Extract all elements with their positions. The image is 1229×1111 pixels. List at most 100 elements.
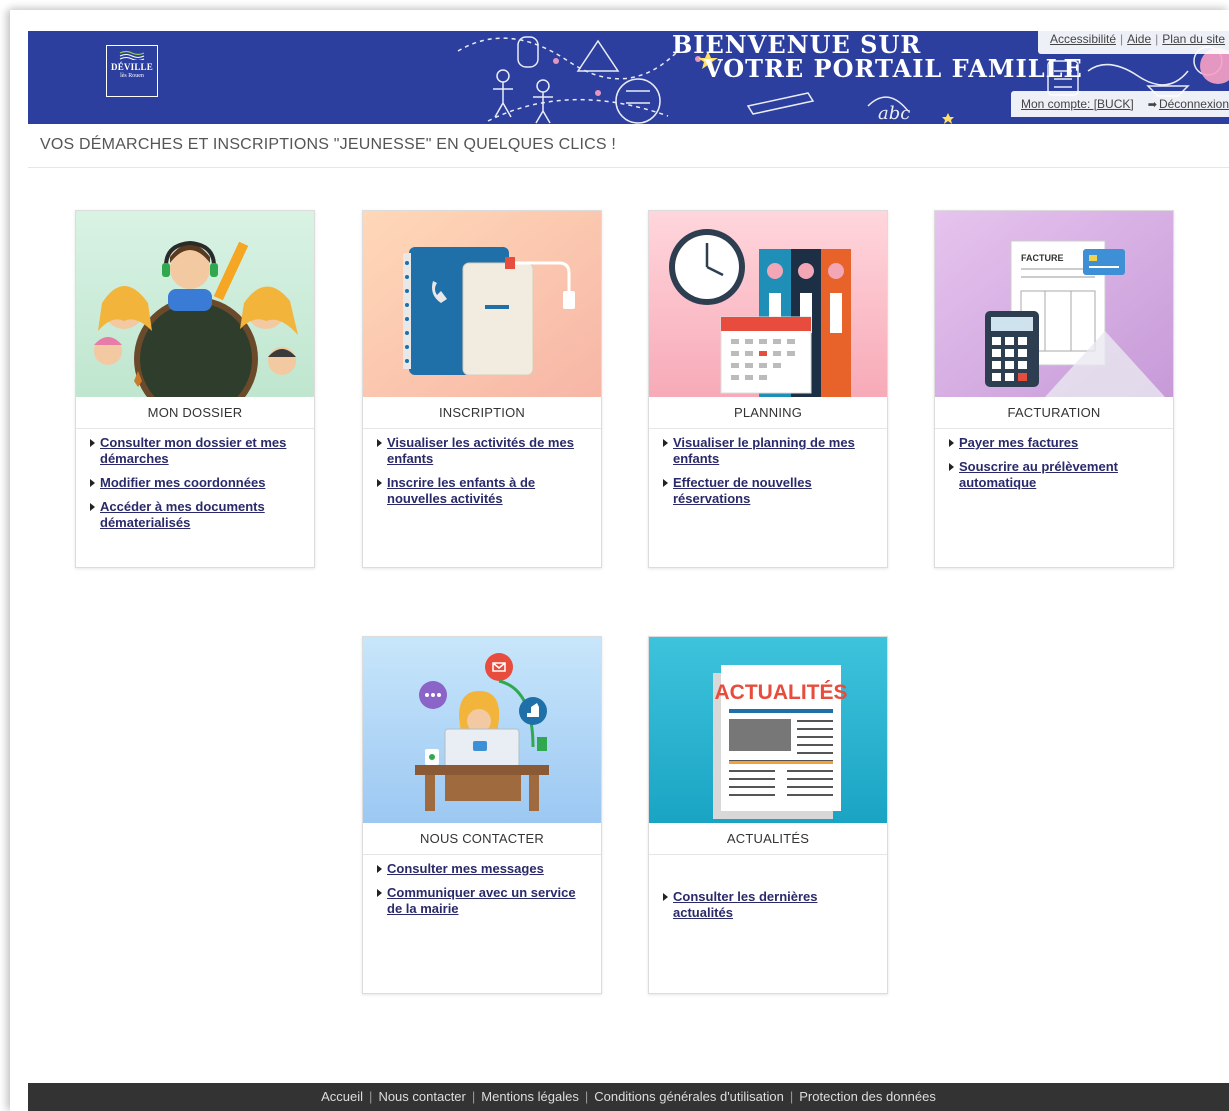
arrow-right-icon [377,889,382,897]
facture-label: FACTURE [1021,253,1064,263]
arrow-right-icon [377,865,382,873]
divider [28,167,1229,168]
card-image[interactable]: ACTUALITÉS [649,637,887,823]
list-item: Payer mes factures [947,435,1161,451]
view-messages-link[interactable]: Consulter mes messages [387,861,544,876]
arrow-right-icon [377,479,382,487]
separator: | [789,1089,794,1104]
footer-home-link[interactable]: Accueil [321,1089,363,1104]
welcome-line2: votre portail famille [704,54,1083,83]
newspaper-illustration: ACTUALITÉS [649,637,887,823]
arrow-right-icon [90,503,95,511]
card-image[interactable] [363,637,601,823]
documents-link[interactable]: Accéder à mes documents dématerialisés [100,499,265,530]
separator: | [1155,32,1159,46]
page-subtitle: VOS DÉMARCHES ET INSCRIPTIONS "JEUNESSE"… [40,136,617,153]
welcome-heading: Bienvenue sur votre portail famille [668,33,1083,81]
card-image[interactable]: FACTURE [935,211,1173,397]
arrow-right-icon [90,479,95,487]
footer-privacy-link[interactable]: Protection des données [799,1089,936,1104]
invoice-calculator-illustration: FACTURE [935,211,1173,397]
sitemap-link[interactable]: Plan du site [1162,32,1225,46]
card-mon-dossier: MON DOSSIER Consulter mon dossier et mes… [75,210,315,568]
phone-notebook-illustration [363,211,601,397]
arrow-right-icon [663,479,668,487]
clock-calendar-illustration [649,211,887,397]
card-facturation: FACTURE FACTURATION Payer mes factures S… [934,210,1174,568]
list-item: Consulter mon dossier et mes démarches [88,435,302,467]
latest-news-link[interactable]: Consulter les dernières actualités [673,889,818,920]
card-links: Visualiser le planning de mes enfants Ef… [661,435,875,515]
card-links: Payer mes factures Souscrire au prélèvem… [947,435,1161,499]
card-links: Consulter mon dossier et mes démarches M… [88,435,302,539]
contact-service-link[interactable]: Communiquer avec un service de la mairie [387,885,576,916]
new-reservations-link[interactable]: Effectuer de nouvelles réservations [673,475,812,506]
card-nous-contacter: NOUS CONTACTER Consulter mes messages Co… [362,636,602,994]
arrow-right-icon [663,893,668,901]
card-title: ACTUALITÉS [649,823,887,855]
account-bar: Mon compte: [BUCK] ➡ Déconnexion [1011,91,1229,117]
separator: | [471,1089,476,1104]
my-account-link[interactable]: Mon compte: [BUCK] [1021,97,1134,111]
card-links: Consulter mes messages Communiquer avec … [375,861,589,925]
card-title: PLANNING [649,397,887,429]
card-title: FACTURATION [935,397,1173,429]
separator: | [1120,32,1124,46]
arrow-right-icon [663,439,668,447]
card-links: Visualiser les activités de mes enfants … [375,435,589,515]
card-image[interactable] [363,211,601,397]
city-logo[interactable]: DÉVILLE lès Rouen [106,45,158,97]
card-links: Consulter les dernières actualités [661,889,875,929]
card-inscription: INSCRIPTION Visualiser les activités de … [362,210,602,568]
browser-viewport: DÉVILLE lès Rouen abc BIENVENUE SUR VOTR… [10,10,1229,1111]
separator: | [584,1089,589,1104]
footer-legal-link[interactable]: Mentions légales [481,1089,579,1104]
edit-contact-link[interactable]: Modifier mes coordonnées [100,475,265,490]
list-item: Souscrire au prélèvement automatique [947,459,1161,491]
separator: | [369,1089,373,1104]
view-planning-link[interactable]: Visualiser le planning de mes enfants [673,435,855,466]
accessibility-link[interactable]: Accessibilité [1050,32,1116,46]
list-item: Accéder à mes documents dématerialisés [88,499,302,531]
logout-icon: ➡ [1147,99,1157,111]
kids-chalkboard-illustration [76,211,314,397]
footer-contact-link[interactable]: Nous contacter [378,1089,465,1104]
top-utility-links: Accessibilité | Aide | Plan du site [1037,31,1229,54]
view-activities-link[interactable]: Visualiser les activités de mes enfants [387,435,574,466]
list-item: Consulter les dernières actualités [661,889,875,921]
card-title: INSCRIPTION [363,397,601,429]
list-item: Visualiser les activités de mes enfants [375,435,589,467]
card-image[interactable] [76,211,314,397]
list-item: Inscrire les enfants à de nouvelles acti… [375,475,589,507]
newspaper-headline: ACTUALITÉS [715,681,848,704]
arrow-right-icon [90,439,95,447]
card-image[interactable] [649,211,887,397]
arrow-right-icon [949,463,954,471]
contact-desk-illustration [363,637,601,823]
logo-line1: DÉVILLE [111,62,153,72]
footer-terms-link[interactable]: Conditions générales d'utilisation [594,1089,784,1104]
list-item: Modifier mes coordonnées [88,475,302,491]
list-item: Communiquer avec un service de la mairie [375,885,589,917]
logout-link[interactable]: Déconnexion [1159,97,1229,111]
footer: Accueil | Nous contacter | Mentions légales |… [28,1083,1229,1111]
card-title: MON DOSSIER [76,397,314,429]
card-title: NOUS CONTACTER [363,823,601,855]
card-actualites: ACTUALITÉS ACTUALITÉS Consulter les dern… [648,636,888,994]
register-activities-link[interactable]: Inscrire les enfants à de nouvelles acti… [387,475,535,506]
logo-line2: lès Rouen [120,73,144,79]
list-item: Effectuer de nouvelles réservations [661,475,875,507]
list-item: Consulter mes messages [375,861,589,877]
consult-dossier-link[interactable]: Consulter mon dossier et mes démarches [100,435,286,466]
svg-text:abc: abc [878,103,910,124]
logo-waves-icon [119,50,145,60]
arrow-right-icon [377,439,382,447]
header-banner: DÉVILLE lès Rouen abc BIENVENUE SUR VOTR… [28,31,1229,124]
direct-debit-link[interactable]: Souscrire au prélèvement automatique [959,459,1118,490]
footer-links: Accueil | Nous contacter | Mentions légales |… [28,1089,1229,1104]
list-item: Visualiser le planning de mes enfants [661,435,875,467]
help-link[interactable]: Aide [1127,32,1151,46]
card-planning: PLANNING Visualiser le planning de mes e… [648,210,888,568]
arrow-right-icon [949,439,954,447]
pay-invoices-link[interactable]: Payer mes factures [959,435,1078,450]
